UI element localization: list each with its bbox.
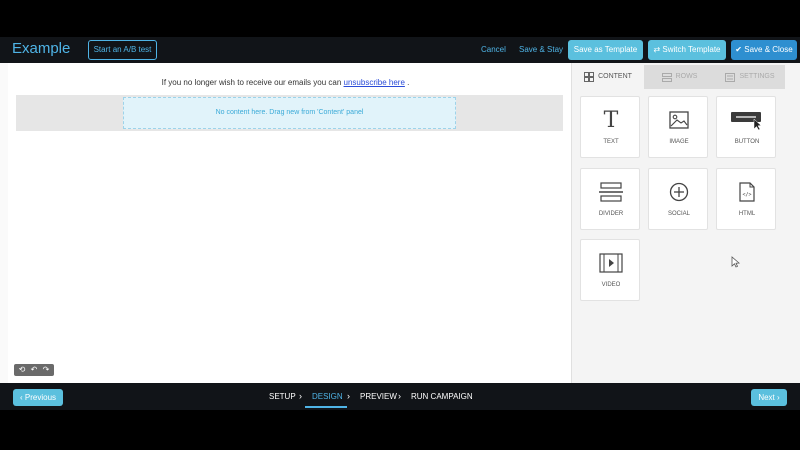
save-as-template-button[interactable]: Save as Template bbox=[568, 40, 643, 60]
chevron-right-icon: › bbox=[299, 391, 302, 401]
save-close-label: Save & Close bbox=[744, 45, 793, 54]
html-icon: </> bbox=[717, 181, 777, 203]
previous-button[interactable]: ‹ Previous bbox=[13, 389, 63, 406]
history-controls: ⟲ ↶ ↷ bbox=[14, 364, 54, 376]
step-run-campaign[interactable]: RUN CAMPAIGN bbox=[411, 392, 473, 401]
step-design[interactable]: DESIGN bbox=[312, 392, 343, 401]
block-html[interactable]: </> HTML bbox=[716, 168, 776, 230]
unsubscribe-line: If you no longer wish to receive our ema… bbox=[0, 78, 571, 87]
block-label: HTML bbox=[738, 211, 756, 217]
rows-icon bbox=[661, 72, 672, 82]
ab-test-button[interactable]: Start an A/B test bbox=[88, 40, 157, 60]
tab-content[interactable]: CONTENT bbox=[572, 65, 644, 89]
video-icon bbox=[581, 252, 641, 274]
next-button[interactable]: Next › bbox=[751, 389, 787, 406]
unsubscribe-suffix: . bbox=[407, 78, 410, 87]
save-close-button[interactable]: ✔ Save & Close bbox=[731, 40, 797, 60]
drop-zone[interactable]: No content here. Drag new from 'Content'… bbox=[123, 97, 456, 129]
grid-icon bbox=[584, 72, 595, 82]
image-icon bbox=[649, 109, 709, 131]
tab-content-label: CONTENT bbox=[598, 73, 632, 80]
button-icon bbox=[717, 109, 777, 131]
content-panel: CONTENT ROWS SETTINGS T TEXT IMAGE BUTTO… bbox=[571, 63, 800, 383]
switch-icon: ⇄ bbox=[653, 45, 661, 54]
block-label: SOCIAL bbox=[667, 211, 690, 217]
block-video[interactable]: VIDEO bbox=[580, 239, 640, 301]
chevron-right-icon: › bbox=[777, 393, 780, 402]
unsubscribe-prefix: If you no longer wish to receive our ema… bbox=[161, 78, 342, 87]
block-button[interactable]: BUTTON bbox=[716, 96, 776, 158]
tab-rows[interactable]: ROWS bbox=[644, 65, 715, 89]
block-label: IMAGE bbox=[669, 139, 689, 145]
unsubscribe-link[interactable]: unsubscribe here bbox=[344, 78, 405, 87]
social-icon bbox=[649, 181, 709, 203]
history-icon[interactable]: ⟲ bbox=[19, 364, 26, 376]
block-social[interactable]: SOCIAL bbox=[648, 168, 708, 230]
step-preview[interactable]: PREVIEW bbox=[360, 392, 397, 401]
active-step-indicator bbox=[305, 406, 347, 408]
chevron-right-icon: › bbox=[398, 391, 401, 401]
chevron-left-icon: ‹ bbox=[19, 393, 23, 402]
tab-rows-label: ROWS bbox=[675, 73, 698, 80]
save-stay-link[interactable]: Save & Stay bbox=[519, 45, 563, 54]
divider-icon bbox=[581, 181, 641, 203]
bottom-bar: ‹ Previous SETUP › DESIGN › PREVIEW › RU… bbox=[0, 383, 800, 410]
block-label: VIDEO bbox=[601, 282, 621, 288]
cancel-link[interactable]: Cancel bbox=[481, 45, 506, 54]
undo-icon[interactable]: ↶ bbox=[31, 364, 38, 376]
top-bar: Example Start an A/B test Cancel Save & … bbox=[0, 37, 800, 63]
redo-icon[interactable]: ↷ bbox=[43, 364, 50, 376]
block-label: DIVIDER bbox=[598, 211, 624, 217]
mouse-cursor-icon bbox=[731, 256, 740, 268]
tab-settings[interactable]: SETTINGS bbox=[715, 65, 785, 89]
step-setup[interactable]: SETUP bbox=[269, 392, 296, 401]
block-text[interactable]: T TEXT bbox=[580, 96, 640, 158]
check-icon: ✔ bbox=[735, 45, 742, 54]
tab-settings-label: SETTINGS bbox=[739, 73, 775, 80]
block-label: TEXT bbox=[603, 139, 619, 145]
text-icon: T bbox=[603, 107, 619, 133]
switch-template-button[interactable]: ⇄ Switch Template bbox=[648, 40, 726, 60]
previous-label: Previous bbox=[24, 393, 57, 402]
svg-text:</>: </> bbox=[742, 192, 751, 198]
next-label: Next bbox=[758, 393, 775, 402]
block-label: BUTTON bbox=[734, 139, 760, 145]
block-divider[interactable]: DIVIDER bbox=[580, 168, 640, 230]
block-image[interactable]: IMAGE bbox=[648, 96, 708, 158]
campaign-title: Example bbox=[12, 40, 71, 57]
chevron-right-icon: › bbox=[347, 391, 350, 401]
settings-icon bbox=[725, 72, 736, 82]
switch-template-label: Switch Template bbox=[662, 45, 721, 54]
app-frame: Example Start an A/B test Cancel Save & … bbox=[0, 0, 800, 450]
